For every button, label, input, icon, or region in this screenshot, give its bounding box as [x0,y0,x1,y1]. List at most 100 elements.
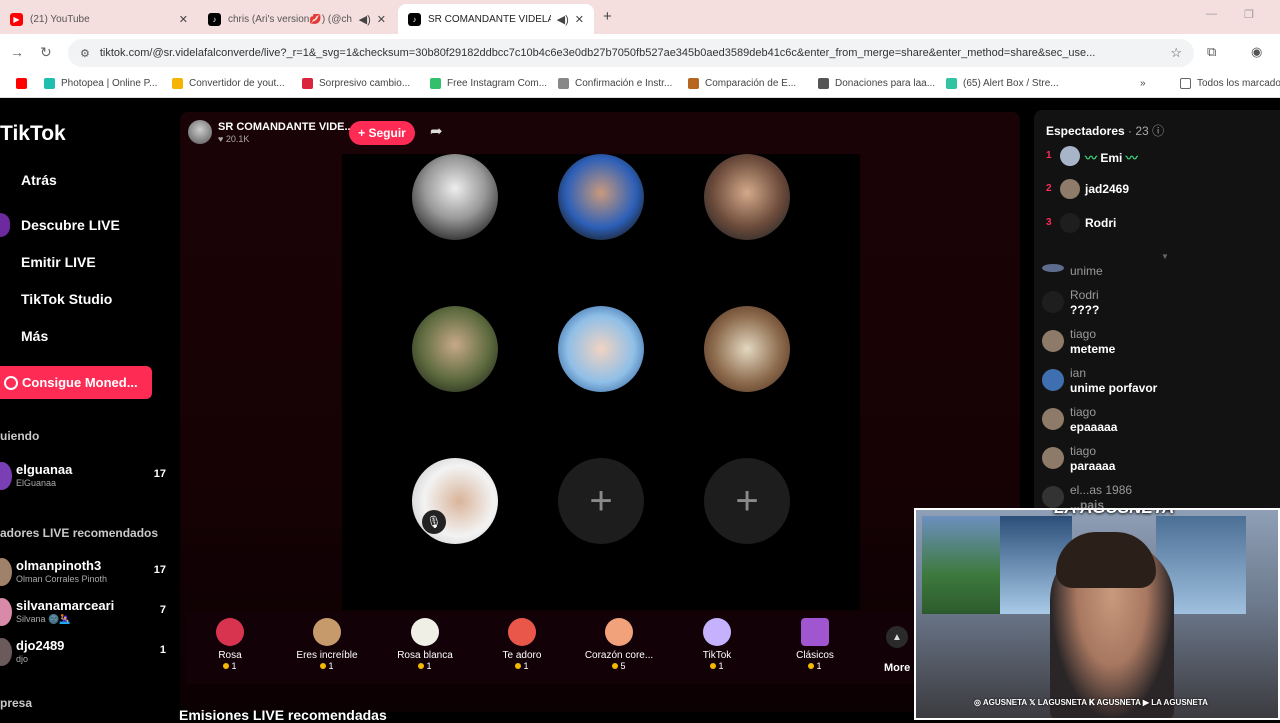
guest-seat[interactable] [412,306,498,392]
page-icon [688,78,699,89]
recommended-account[interactable]: silvanamarceari Silvana 🌚🤽🏼‍♀️ 7 [0,596,170,630]
guest-seat[interactable] [558,154,644,240]
share-icon[interactable]: ➦ [430,122,443,140]
forward-icon[interactable]: → [10,44,24,60]
top-viewer-row[interactable]: 3 Rodri [1046,213,1280,237]
bookmark-label: Donaciones para laa... [835,78,936,89]
gift-corazon-coreano[interactable]: Corazón core... 5 [571,616,667,671]
viewer-name-text: Emi [1100,151,1123,165]
chat-username[interactable]: ian [1070,366,1086,380]
info-icon[interactable]: ⓘ [1152,124,1164,138]
close-icon[interactable]: ✕ [179,13,188,26]
bookmark-1[interactable]: Photopea | Online P... [44,78,157,89]
gift-eres-increible[interactable]: Eres increíble 1 [279,616,375,671]
more-gifts-button[interactable]: More [884,662,910,674]
get-coins-button[interactable]: Consigue Moned... [0,366,152,399]
bookmark-8[interactable]: (65) Alert Box / Stre... [946,78,1059,89]
bookmark-5[interactable]: Confirmación e Instr... [558,78,672,89]
bookmark-youtube[interactable] [16,78,33,89]
sidebar-item-discover-live[interactable]: Descubre LIVE [21,217,120,233]
browser-tab-tiktok-live[interactable]: ♪ SR COMANDANTE VIDELA ◀) ✕ [398,4,594,34]
url-text[interactable]: tiktok.com/@sr.videlafalconverde/live?_r… [100,47,1160,59]
bookmark-label: Confirmación e Instr... [575,78,673,89]
host-name[interactable]: SR COMANDANTE VIDE... [218,121,354,133]
chat-username[interactable]: Rodri [1070,288,1099,302]
avatar [0,638,12,666]
top-viewer-row[interactable]: 1 〰 Emi 〰 [1046,146,1280,170]
back-button[interactable]: Atrás [21,172,57,188]
guest-seat[interactable] [704,154,790,240]
avatar [1060,179,1080,199]
bookmark-7[interactable]: Donaciones para laa... [818,78,935,89]
chat-text: ???? [1070,303,1100,317]
site-info-icon[interactable]: ⚙ [80,47,90,60]
browser-tab-tiktok-chris[interactable]: ♪ chris (Ari's version💋) (@ch ◀) ✕ [198,4,396,34]
follow-button[interactable]: + Seguir [349,121,415,145]
chat-username[interactable]: el...as 1986 [1070,483,1132,497]
chat-username[interactable]: tiago [1070,405,1096,419]
close-icon[interactable]: ✕ [575,13,584,26]
tiktok-icon: ♪ [408,12,421,26]
gift-name: Rosa [218,650,242,661]
chat-username[interactable]: tiago [1070,327,1096,341]
bookmark-2[interactable]: Convertidor de yout... [172,78,285,89]
following-section-title: uiendo [0,429,40,443]
gift-rosa-blanca[interactable]: Rosa blanca 1 [377,616,473,671]
recommended-lives-title: Emisiones LIVE recomendadas [179,707,387,723]
chat-username[interactable]: tiago [1070,444,1096,458]
browser-tab-youtube[interactable]: ▶ (21) YouTube ✕ [0,4,198,34]
viewer-name: jad2469 [1085,182,1130,196]
bookmark-3[interactable]: Sorpresivo cambio... [302,78,410,89]
gift-price: 1 [474,661,570,671]
chevron-up-icon[interactable]: ▲ [886,626,908,648]
guest-seat[interactable] [412,154,498,240]
speaker-icon[interactable]: ◀) [359,13,371,26]
multiguest-grid: 🎙 + + [342,154,860,610]
chat-message: ian unime porfavor [1042,366,1268,402]
sidebar-item-go-live[interactable]: Emitir LIVE [21,254,96,270]
recommended-account[interactable]: djo2489 djo 1 [0,636,170,670]
minimize-icon[interactable]: — [1206,8,1217,20]
tiktok-logo[interactable]: TikTok [0,122,66,146]
sidebar-item-more[interactable]: Más [21,328,48,344]
account-name: elguanaa [16,462,73,477]
empty-seat-add-button[interactable]: + [704,458,790,544]
speaker-icon[interactable]: ◀) [557,13,569,26]
guest-seat[interactable] [558,306,644,392]
bookmarks-folder[interactable]: Todos los marcado [1180,78,1280,89]
extensions-icon[interactable]: ⧉ [1207,44,1216,60]
gift-clasicos[interactable]: Clásicos 1 [767,616,863,671]
following-account[interactable]: elguanaa ElGuanaa 17 [0,460,170,494]
restore-icon[interactable]: ❐ [1244,8,1254,21]
host-avatar[interactable] [188,120,212,144]
guest-seat[interactable]: 🎙 [412,458,498,544]
chevron-down-icon[interactable]: ▼ [1161,252,1169,261]
chat-username[interactable]: unime [1070,264,1103,278]
gift-te-adoro[interactable]: Te adoro 1 [474,616,570,671]
bookmark-6[interactable]: Comparación de E... [688,78,796,89]
profile-icon[interactable]: ◉ [1251,44,1262,60]
close-icon[interactable]: ✕ [377,13,386,26]
bookmark-label: Comparación de E... [705,78,797,89]
gift-price-value: 1 [328,661,334,671]
bookmarks-overflow-icon[interactable]: » [1140,78,1146,89]
viewer-rank: 2 [1046,183,1052,194]
link-icon [558,78,569,89]
bookmark-4[interactable]: Free Instagram Com... [430,78,547,89]
empty-seat-add-button[interactable]: + [558,458,644,544]
guest-seat[interactable] [704,306,790,392]
chat-text: paraaaa [1070,459,1116,473]
reload-icon[interactable]: ↻ [40,44,52,61]
gift-tiktok[interactable]: TikTok 1 [669,616,765,671]
cat-icon [313,618,341,646]
streamer-hair [1056,532,1156,588]
sidebar-item-tiktok-studio[interactable]: TikTok Studio [21,291,112,307]
viewer-count: 7 [159,604,166,616]
new-tab-button[interactable]: + [603,8,612,25]
bookmark-star-icon[interactable]: ☆ [1170,45,1182,61]
gift-rose[interactable]: Rosa 1 [182,616,278,671]
streamer-brand-logo: LA AGUSNETA [1054,510,1174,518]
address-bar[interactable]: ⚙ tiktok.com/@sr.videlafalconverde/live?… [68,39,1194,67]
recommended-account[interactable]: olmanpinoth3 Olman Corrales Pinoth 17 [0,556,170,590]
top-viewer-row[interactable]: 2 jad2469 [1046,179,1280,203]
